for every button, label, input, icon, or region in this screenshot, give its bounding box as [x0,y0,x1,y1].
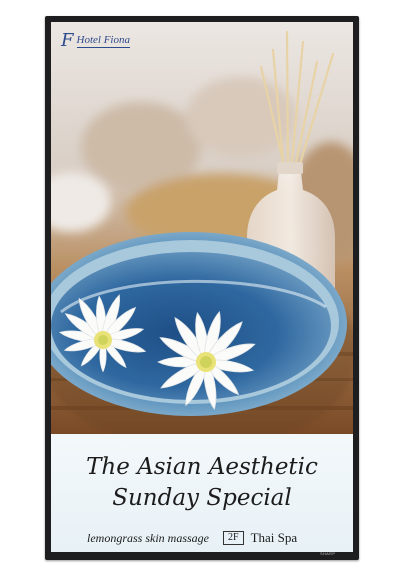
floor-badge: 2F [223,531,244,545]
headline: The Asian Aesthetic Sunday Special [51,452,353,514]
spa-photo-illustration [51,22,353,434]
display-brand-label: SHARP [320,551,336,556]
caption-panel: The Asian Aesthetic Sunday Special lemon… [51,434,353,552]
service-name: lemongrass skin massage [87,530,209,545]
service-info: lemongrass skin massage 2F Thai Spa [87,530,347,546]
hotel-name: Hotel Fiona [76,34,130,48]
location-name: Thai Spa [250,530,298,545]
hotel-monogram-logo: F [61,30,74,51]
signage-screen: F Hotel Fiona The Asian Aesthetic Sunday… [51,22,353,552]
headline-line-1: The Asian Aesthetic [86,454,318,480]
headline-line-2: Sunday Special [112,485,292,511]
hotel-logo: F Hotel Fiona [61,30,130,52]
spa-photo: F Hotel Fiona [51,22,353,434]
